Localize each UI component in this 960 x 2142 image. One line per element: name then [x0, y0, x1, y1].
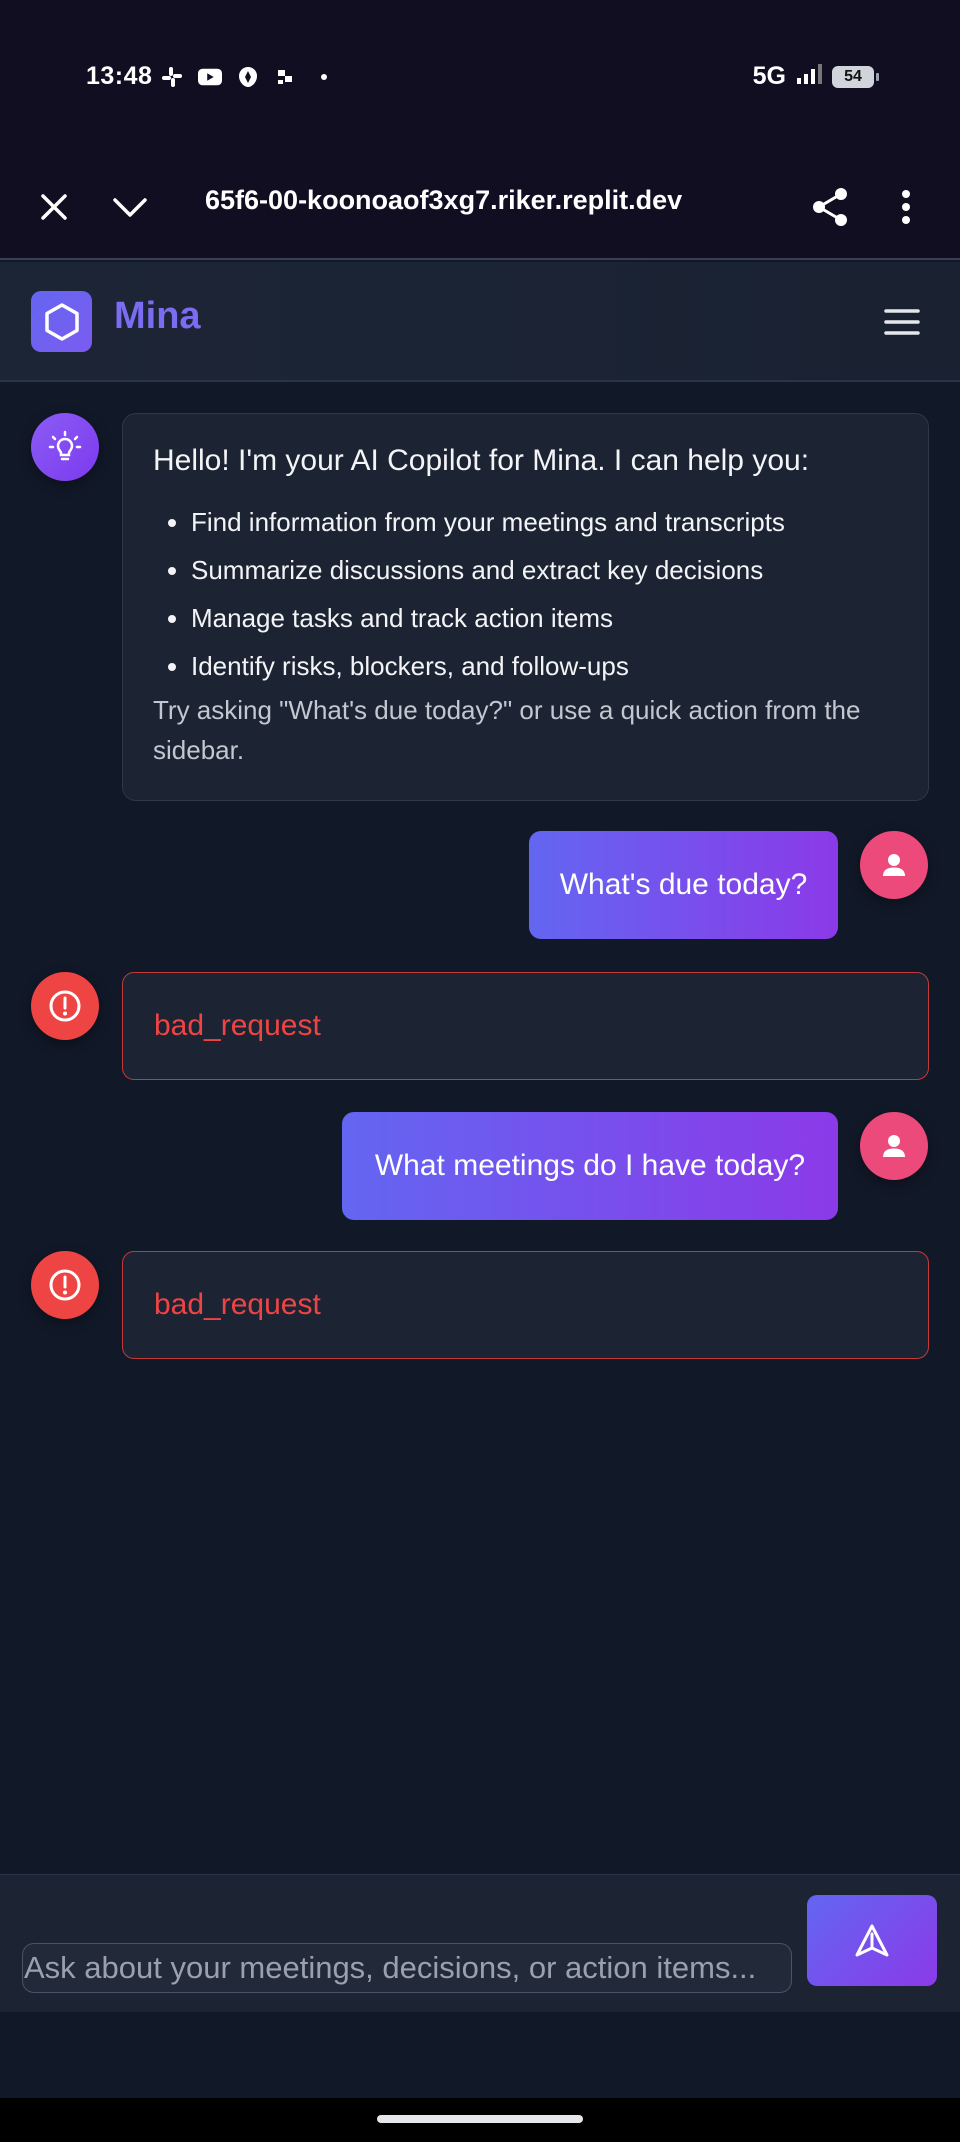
gesture-bar	[0, 2098, 960, 2142]
hamburger-icon	[884, 309, 920, 335]
user-icon	[883, 854, 905, 876]
lightbulb-icon	[48, 430, 82, 461]
assistant-hint: Try asking "What's due today?" or use a …	[153, 695, 861, 765]
capabilities-list: Find information from your meetings and …	[153, 498, 898, 690]
assistant-intro: Hello! I'm your AI Copilot for Mina. I c…	[153, 444, 810, 477]
close-icon	[41, 194, 67, 220]
notification-icons	[160, 62, 336, 92]
hexagon-icon	[44, 302, 79, 341]
app-icon	[274, 65, 298, 89]
user-message: What's due today?	[529, 831, 838, 939]
close-tab-button[interactable]	[24, 177, 84, 237]
menu-button[interactable]	[874, 294, 930, 350]
share-button[interactable]	[800, 177, 860, 237]
home-indicator[interactable]	[377, 2115, 583, 2123]
alert-circle-icon	[49, 990, 81, 1022]
user-icon	[883, 1135, 905, 1157]
error-message: bad_request	[122, 1251, 929, 1359]
url-bar[interactable]: 65f6-00-koonoaof3xg7.riker.replit.dev	[205, 185, 725, 216]
error-avatar	[31, 972, 99, 1040]
status-bar: 13:48 5G 54	[0, 0, 960, 155]
list-item: Summarize discussions and extract key de…	[191, 546, 898, 594]
app-header: Mina	[0, 262, 960, 382]
youtube-icon	[198, 65, 222, 89]
more-options-button[interactable]	[876, 177, 936, 237]
message-input-wrapper	[22, 1943, 792, 1993]
app-logo[interactable]	[31, 291, 92, 352]
list-item: Identify risks, blockers, and follow-ups	[191, 642, 898, 690]
dot-icon	[312, 65, 336, 89]
user-avatar	[860, 831, 928, 899]
status-right: 5G 54	[752, 62, 879, 91]
more-vert-icon	[902, 190, 910, 224]
network-label: 5G	[752, 62, 786, 90]
slack-icon	[160, 65, 184, 89]
assistant-avatar	[31, 413, 99, 481]
message-input[interactable]	[24, 1944, 790, 1992]
list-item: Find information from your meetings and …	[191, 498, 898, 546]
collapse-button[interactable]	[100, 177, 160, 237]
send-icon	[855, 1924, 889, 1956]
error-avatar	[31, 1251, 99, 1319]
battery-indicator: 54	[832, 65, 879, 88]
assistant-message: Hello! I'm your AI Copilot for Mina. I c…	[122, 413, 929, 801]
alert-circle-icon	[49, 1269, 81, 1301]
user-avatar	[860, 1112, 928, 1180]
error-message: bad_request	[122, 972, 929, 1080]
app-title: Mina	[114, 295, 201, 337]
user-message: What meetings do I have today?	[342, 1112, 838, 1220]
share-icon	[813, 188, 847, 226]
send-button[interactable]	[807, 1895, 937, 1986]
signal-icon	[796, 63, 822, 90]
list-item: Manage tasks and track action items	[191, 594, 898, 642]
browser-toolbar: 65f6-00-koonoaof3xg7.riker.replit.dev	[0, 155, 960, 260]
bank-icon	[236, 65, 260, 89]
status-time: 13:48	[86, 62, 153, 90]
chevron-down-icon	[113, 198, 147, 217]
message-composer	[0, 1874, 960, 2012]
